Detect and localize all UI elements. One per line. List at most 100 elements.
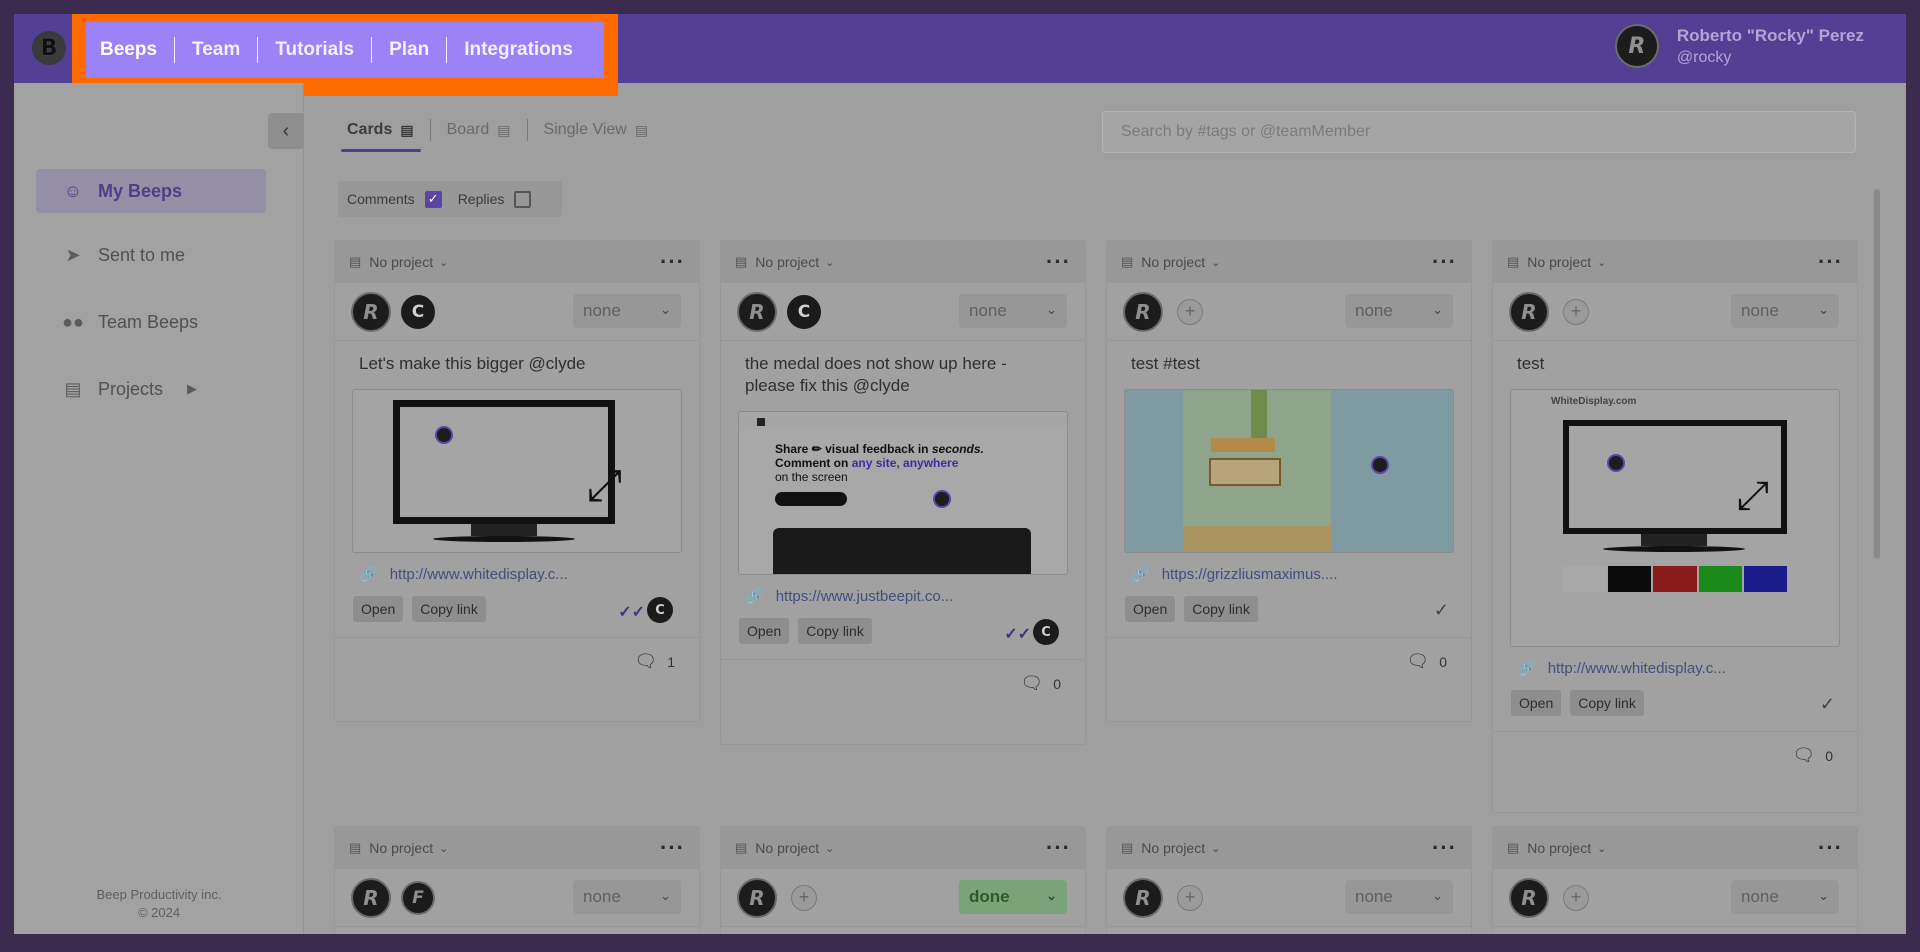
beep-logo[interactable]: B bbox=[32, 31, 66, 65]
project-selector[interactable]: No project bbox=[755, 254, 819, 270]
more-options-icon[interactable]: ··· bbox=[1818, 835, 1843, 861]
comment-filter: Comments ✓ Replies bbox=[338, 181, 562, 217]
add-assignee-button[interactable]: + bbox=[791, 884, 817, 911]
more-options-icon[interactable]: ··· bbox=[1046, 249, 1071, 275]
open-button[interactable]: Open bbox=[353, 596, 404, 622]
comment-count[interactable]: 🗨 1 bbox=[634, 651, 675, 672]
status-dropdown[interactable]: none ⌄ bbox=[959, 294, 1067, 328]
add-assignee-button[interactable]: + bbox=[1177, 298, 1203, 325]
add-assignee-button[interactable]: + bbox=[1563, 298, 1589, 325]
sidebar-item-team-beeps[interactable]: ●● Team Beeps bbox=[36, 300, 266, 344]
comment-count[interactable]: 🗨 0 bbox=[1792, 745, 1833, 766]
chevron-down-icon: ⌄ bbox=[825, 256, 835, 269]
project-selector[interactable]: No project bbox=[1527, 840, 1591, 856]
more-options-icon[interactable]: ··· bbox=[1432, 835, 1457, 861]
open-button[interactable]: Open bbox=[1125, 596, 1176, 622]
nav-tutorials[interactable]: Tutorials bbox=[258, 39, 371, 61]
status-dropdown[interactable]: none ⌄ bbox=[1345, 294, 1453, 328]
tab-single-view[interactable]: Single View ▤ bbox=[538, 121, 655, 139]
status-dropdown[interactable]: done ⌄ bbox=[959, 880, 1067, 914]
page-link[interactable]: https://grizzliusmaximus.... bbox=[1162, 566, 1338, 583]
card-people: R + done ⌄ bbox=[721, 869, 1085, 927]
card-actions: Open Copy link ✓ bbox=[1493, 677, 1857, 717]
status-dropdown[interactable]: none ⌄ bbox=[1731, 880, 1839, 914]
scrollbar[interactable] bbox=[1874, 189, 1880, 559]
add-assignee-button[interactable]: + bbox=[1563, 884, 1589, 911]
page-link[interactable]: http://www.whitedisplay.c... bbox=[390, 566, 568, 583]
sidebar-item-my-beeps[interactable]: ☺ My Beeps bbox=[36, 169, 266, 213]
nav-integrations[interactable]: Integrations bbox=[447, 39, 590, 61]
project-selector[interactable]: No project bbox=[369, 254, 433, 270]
beep-card[interactable]: ▤ No project ⌄ ··· R + none ⌄ test #test 🔗… bbox=[1106, 240, 1472, 722]
more-options-icon[interactable]: ··· bbox=[1046, 835, 1071, 861]
card-actions: Open Copy link ✓ bbox=[1107, 583, 1471, 623]
beep-screenshot[interactable]: ⤢ bbox=[352, 389, 682, 553]
status-value: none bbox=[583, 301, 621, 320]
copy-link-button[interactable]: Copy link bbox=[412, 596, 486, 622]
collapse-sidebar-button[interactable]: ‹ bbox=[268, 113, 304, 149]
page-link[interactable]: https://www.justbeepit.co... bbox=[776, 588, 954, 605]
comment-count[interactable]: 🗨 0 bbox=[1020, 673, 1061, 694]
open-button[interactable]: Open bbox=[739, 618, 790, 644]
project-selector[interactable]: No project bbox=[1141, 840, 1205, 856]
beep-card[interactable]: ▤ No project ⌄ ··· R + none ⌄ bbox=[1492, 826, 1858, 934]
nav-plan[interactable]: Plan bbox=[372, 39, 446, 61]
team-icon: ●● bbox=[62, 311, 84, 332]
beep-screenshot[interactable]: WhiteDisplay.com ⤢ bbox=[1510, 389, 1840, 647]
status-dropdown[interactable]: none ⌄ bbox=[573, 294, 681, 328]
project-selector[interactable]: No project bbox=[1141, 254, 1205, 270]
project-selector[interactable]: No project bbox=[369, 840, 433, 856]
nav-beeps[interactable]: Beeps bbox=[100, 39, 174, 61]
card-footer: 🗨 0 bbox=[721, 659, 1085, 707]
copy-link-button[interactable]: Copy link bbox=[1184, 596, 1258, 622]
board-view-icon: ▤ bbox=[497, 121, 511, 138]
beep-card[interactable]: ▤ No project ⌄ ··· R C none ⌄ Let's make t… bbox=[334, 240, 700, 722]
tab-cards[interactable]: Cards ▤ bbox=[341, 121, 420, 139]
comment-count-value: 1 bbox=[667, 653, 675, 670]
project-selector[interactable]: No project bbox=[755, 840, 819, 856]
comment-count[interactable]: 🗨 0 bbox=[1406, 651, 1447, 672]
beep-text: the medal does not show up here - please… bbox=[745, 354, 1007, 395]
open-button[interactable]: Open bbox=[1511, 690, 1562, 716]
copy-link-button[interactable]: Copy link bbox=[1570, 690, 1644, 716]
tab-board[interactable]: Board ▤ bbox=[441, 121, 517, 139]
beep-screenshot[interactable]: Share ✏ visual feedback in seconds. Comm… bbox=[738, 411, 1068, 575]
user-avatar[interactable]: R bbox=[1614, 24, 1659, 68]
comments-checkbox[interactable]: ✓ bbox=[424, 190, 442, 208]
chevron-down-icon: ⌄ bbox=[1046, 302, 1057, 317]
more-options-icon[interactable]: ··· bbox=[660, 249, 685, 275]
double-check-icon: ✓✓ bbox=[618, 604, 645, 621]
chevron-left-icon: ‹ bbox=[282, 119, 290, 142]
card-header: ▤ No project ⌄ ··· bbox=[1107, 827, 1471, 869]
sidebar-item-projects[interactable]: ▤ Projects ▶ bbox=[36, 367, 266, 411]
creator-avatar: R bbox=[737, 877, 777, 918]
status-dropdown[interactable]: none ⌄ bbox=[1345, 880, 1453, 914]
nav-team[interactable]: Team bbox=[175, 39, 257, 61]
monitor-image bbox=[393, 400, 615, 524]
copy-link-button[interactable]: Copy link bbox=[798, 618, 872, 644]
card-footer: 🗨 1 bbox=[335, 637, 699, 685]
monitor-stand bbox=[1641, 534, 1707, 546]
beep-card[interactable]: ▤ No project ⌄ ··· R F none ⌄ bbox=[334, 826, 700, 934]
page-link[interactable]: http://www.whitedisplay.c... bbox=[1548, 660, 1726, 677]
tab-divider bbox=[526, 119, 528, 141]
beep-screenshot[interactable] bbox=[1124, 389, 1454, 553]
user-menu[interactable]: R Roberto "Rocky" Perez @rocky bbox=[1614, 24, 1864, 68]
search-input[interactable]: Search by #tags or @teamMember bbox=[1102, 111, 1856, 153]
chevron-down-icon: ⌄ bbox=[1211, 256, 1221, 269]
more-options-icon[interactable]: ··· bbox=[1818, 249, 1843, 275]
more-options-icon[interactable]: ··· bbox=[660, 835, 685, 861]
status-dropdown[interactable]: none ⌄ bbox=[1731, 294, 1839, 328]
beep-card[interactable]: ▤ No project ⌄ ··· R + none ⌄ test WhiteDi… bbox=[1492, 240, 1858, 813]
project-selector[interactable]: No project bbox=[1527, 254, 1591, 270]
add-assignee-button[interactable]: + bbox=[1177, 884, 1203, 911]
replies-checkbox[interactable] bbox=[514, 190, 532, 208]
beep-card[interactable]: ▤ No project ⌄ ··· R + none ⌄ bbox=[1106, 826, 1472, 934]
beep-card[interactable]: ▤ No project ⌄ ··· R + done ⌄ bbox=[720, 826, 1086, 934]
sidebar-item-sent-to-me[interactable]: ➤ Sent to me bbox=[36, 233, 266, 277]
beep-pin bbox=[1607, 454, 1625, 472]
status-value: none bbox=[1741, 887, 1779, 906]
status-dropdown[interactable]: none ⌄ bbox=[573, 880, 681, 914]
more-options-icon[interactable]: ··· bbox=[1432, 249, 1457, 275]
beep-card[interactable]: ▤ No project ⌄ ··· R C none ⌄ the medal do… bbox=[720, 240, 1086, 745]
